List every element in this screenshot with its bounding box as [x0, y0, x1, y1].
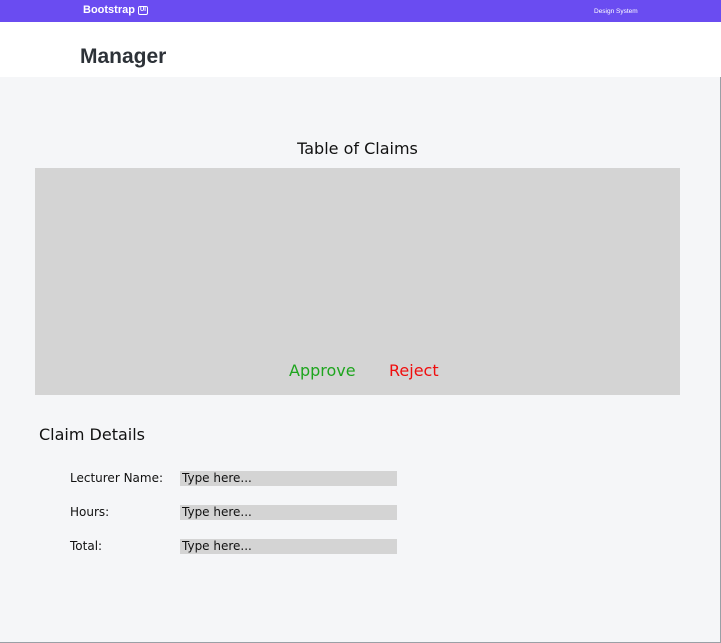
reject-button[interactable]: Reject: [389, 361, 439, 381]
total-input[interactable]: [180, 539, 397, 554]
brand-badge: UI: [137, 6, 148, 15]
nav-link-design-system[interactable]: Design System: [594, 7, 638, 16]
page-title: Manager: [80, 45, 167, 68]
claim-details-title: Claim Details: [39, 425, 146, 444]
total-label: Total:: [70, 539, 103, 553]
brand-logo[interactable]: Bootstrap UI: [83, 4, 148, 17]
claims-table[interactable]: [35, 168, 680, 395]
claims-table-title: Table of Claims: [297, 139, 418, 158]
top-navbar: Bootstrap UI Design System: [0, 0, 721, 22]
hours-input[interactable]: [180, 505, 397, 520]
hours-label: Hours:: [70, 505, 110, 519]
brand-name: Bootstrap: [83, 4, 135, 16]
approve-button[interactable]: Approve: [289, 361, 356, 381]
lecturer-name-input[interactable]: [180, 471, 397, 486]
lecturer-name-label: Lecturer Name:: [70, 471, 164, 485]
